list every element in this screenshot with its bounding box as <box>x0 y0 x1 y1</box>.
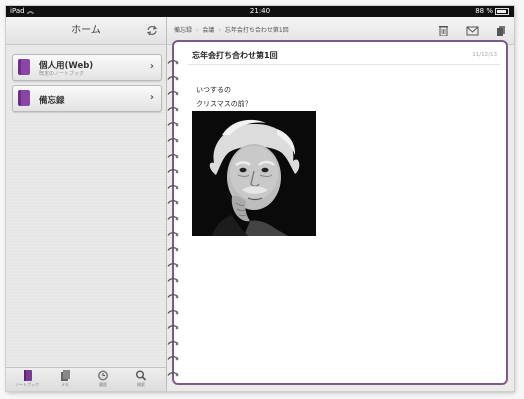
binding-ring <box>167 60 179 65</box>
battery-status: 88 % <box>475 6 509 17</box>
sidebar: ホーム 個人用(Web) 既定のノートブック › 備忘録 › ノートブック メモ… <box>6 17 167 391</box>
clock-icon <box>98 370 108 381</box>
mail-icon[interactable] <box>466 25 479 36</box>
notebook-item-personal-web[interactable]: 個人用(Web) 既定のノートブック › <box>12 54 162 81</box>
breadcrumb-notebook[interactable]: 備忘録 <box>174 27 192 34</box>
tab-label: 検索 <box>137 382 145 387</box>
title-divider <box>188 64 500 65</box>
binding-ring <box>167 356 179 361</box>
breadcrumb-separator-icon: › <box>196 27 199 34</box>
battery-icon <box>495 7 509 15</box>
notes-icon <box>61 370 70 381</box>
note-text-line[interactable]: クリスマスの前？ <box>196 99 252 109</box>
binding-ring <box>167 262 179 268</box>
breadcrumb-page: 忘年会打ち合わせ第1回 <box>224 27 289 34</box>
binding-ring <box>167 372 179 377</box>
binding-ring <box>167 278 179 283</box>
binding-ring <box>167 231 179 236</box>
tab-label: ノートブック <box>15 382 39 387</box>
sidebar-title: ホーム <box>71 25 101 36</box>
chevron-right-icon: › <box>149 61 154 72</box>
clock: 21:40 <box>249 7 271 15</box>
note-text-line[interactable]: いつするの <box>196 85 231 95</box>
notebook-icon <box>24 370 32 381</box>
binding-ring <box>167 153 179 158</box>
binding-ring <box>167 106 179 112</box>
sidebar-tab-bar: ノートブック メモ 履歴 検索 <box>6 367 166 391</box>
binding-ring <box>167 169 179 174</box>
note-page[interactable]: 忘年会打ち合わせ第1回 11/12/13 いつするの クリスマスの前？ <box>167 40 508 385</box>
breadcrumb-separator-icon: › <box>218 27 221 34</box>
share-icon[interactable] <box>495 25 508 36</box>
notebook-icon <box>18 59 30 75</box>
binding-ring <box>167 309 179 314</box>
sync-icon[interactable] <box>146 25 158 36</box>
trash-icon[interactable] <box>437 25 450 36</box>
binding-ring <box>167 91 179 96</box>
binding-ring <box>167 75 179 80</box>
binding-ring <box>167 138 179 143</box>
breadcrumb-section[interactable]: 会議 <box>202 27 214 34</box>
status-bar: iPad ︽ 21:40 88 % <box>6 6 514 17</box>
notebook-name: 備忘録 <box>39 96 65 106</box>
portrait-photo[interactable] <box>192 111 316 236</box>
binding-ring <box>167 184 179 190</box>
page-date: 11/12/13 <box>472 52 497 58</box>
tab-notebooks[interactable]: ノートブック <box>10 370 44 388</box>
tab-label: メモ <box>61 382 69 387</box>
notebook-icon <box>18 90 30 106</box>
tab-search[interactable]: 検索 <box>124 370 158 388</box>
binding-ring <box>167 247 179 252</box>
binding-ring <box>167 216 179 221</box>
tab-history[interactable]: 履歴 <box>86 370 120 388</box>
notebook-list: 個人用(Web) 既定のノートブック › 備忘録 › <box>12 54 162 116</box>
binding-ring <box>167 340 179 346</box>
notebook-item-memo[interactable]: 備忘録 › <box>12 85 162 112</box>
notebook-subtitle: 既定のノートブック <box>39 71 85 77</box>
tab-label: 履歴 <box>99 382 107 387</box>
sidebar-header: ホーム <box>6 17 166 45</box>
binding-ring <box>167 325 179 330</box>
page-title[interactable]: 忘年会打ち合わせ第1回 <box>192 50 278 61</box>
binding-ring <box>167 294 179 299</box>
chevron-right-icon: › <box>149 92 154 103</box>
binding-ring <box>167 122 179 127</box>
binding-ring <box>167 200 179 205</box>
search-icon <box>136 370 147 381</box>
tab-notes[interactable]: メモ <box>48 370 82 388</box>
ipad-screen: iPad ︽ 21:40 88 % ホーム 個人用(Web) 既定のノートブック… <box>6 6 514 391</box>
